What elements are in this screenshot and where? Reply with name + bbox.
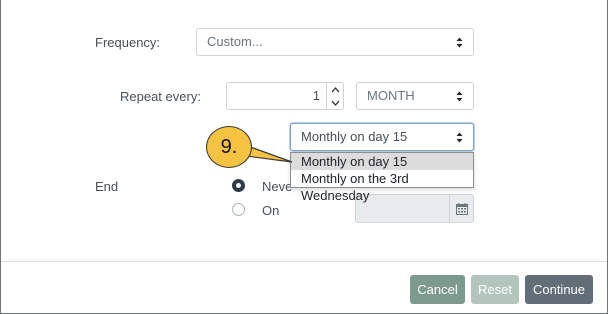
end-never-label: Neve [262,179,293,194]
select-arrows-icon [456,132,463,143]
repeat-unit-select[interactable]: MONTH [356,82,474,110]
continue-button[interactable]: Continue [525,275,593,304]
select-arrows-icon [456,37,463,48]
repeat-every-label: Repeat every: [120,89,201,104]
frequency-value: Custom... [207,34,263,49]
frequency-label: Frequency: [95,35,161,50]
stepper-down-icon[interactable] [327,96,343,109]
calendar-icon [455,202,468,215]
repeat-interval-stepper[interactable] [327,82,344,110]
footer-divider [1,261,607,262]
calendar-button[interactable] [449,194,474,223]
monthly-pattern-dropdown: Monthly on day 15 Monthly on the 3rd Wed… [290,152,474,203]
cancel-button[interactable]: Cancel [410,275,465,304]
stepper-up-icon[interactable] [327,83,343,96]
end-label: End [95,179,119,194]
dropdown-option[interactable]: Monthly on the 3rd Wednesday [291,170,473,203]
select-arrows-icon [456,91,463,102]
end-never-radio[interactable] [232,179,245,192]
monthly-pattern-select[interactable]: Monthly on day 15 [290,123,474,151]
repeat-unit-value: MONTH [367,88,415,103]
dropdown-option[interactable]: Monthly on day 15 [291,153,473,170]
monthly-pattern-value: Monthly on day 15 [301,129,408,144]
end-on-label: On [262,203,280,218]
end-on-radio[interactable] [232,203,245,216]
reset-button[interactable]: Reset [471,275,519,304]
step-callout: 9. [206,126,252,168]
repeat-interval-input[interactable]: 1 [226,82,327,110]
frequency-select[interactable]: Custom... [196,28,474,56]
